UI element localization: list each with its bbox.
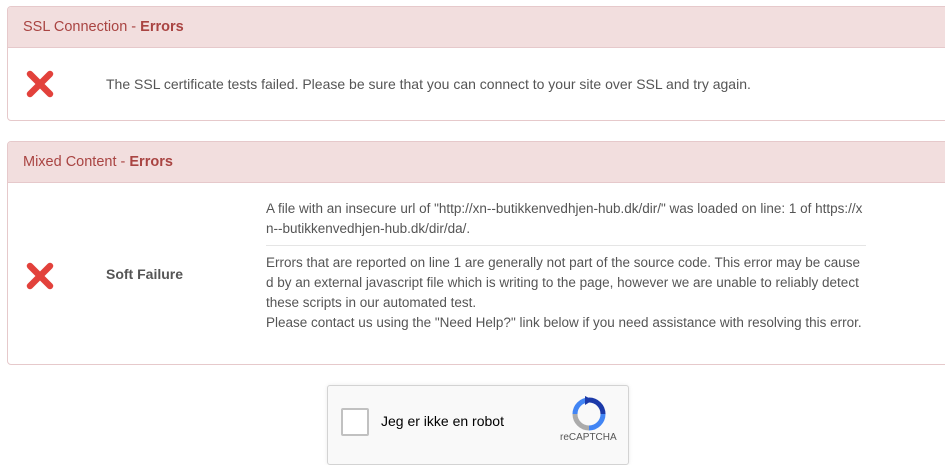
result-label: Soft Failure bbox=[106, 266, 184, 282]
mixed-header-sep: - bbox=[116, 154, 130, 170]
recaptcha-widget: Jeg er ikke en robot reCAPTCHA bbox=[327, 385, 629, 465]
ssl-error-message: The SSL certificate tests failed. Please… bbox=[106, 76, 751, 92]
mixed-panel-header: Mixed Content - Errors bbox=[8, 142, 945, 183]
ssl-panel-header: SSL Connection - Errors bbox=[8, 7, 945, 48]
mixed-content-panel: Mixed Content - Errors Soft Failure A fi… bbox=[7, 141, 945, 365]
error-x-icon bbox=[25, 261, 55, 291]
error-x-icon bbox=[25, 69, 55, 99]
insecure-url-detail: A file with an insecure url of "http://x… bbox=[266, 199, 866, 246]
contact-text: Please contact us using the "Need Help?"… bbox=[266, 315, 862, 330]
recaptcha-logo-icon bbox=[571, 396, 607, 432]
mixed-header-status: Errors bbox=[129, 154, 173, 170]
ssl-header-title: SSL Connection bbox=[23, 19, 128, 35]
mixed-header-title: Mixed Content bbox=[23, 154, 117, 170]
explanation-text: Errors that are reported on line 1 are g… bbox=[266, 255, 861, 310]
recaptcha-label: Jeg er ikke en robot bbox=[381, 413, 504, 429]
ssl-header-status: Errors bbox=[140, 19, 184, 35]
ssl-header-sep: - bbox=[127, 19, 141, 35]
recaptcha-brand: reCAPTCHA bbox=[560, 432, 617, 443]
ssl-connection-panel: SSL Connection - Errors The SSL certific… bbox=[7, 6, 945, 121]
mixed-content-details: A file with an insecure url of "http://x… bbox=[266, 199, 866, 333]
recaptcha-checkbox[interactable] bbox=[341, 408, 369, 436]
